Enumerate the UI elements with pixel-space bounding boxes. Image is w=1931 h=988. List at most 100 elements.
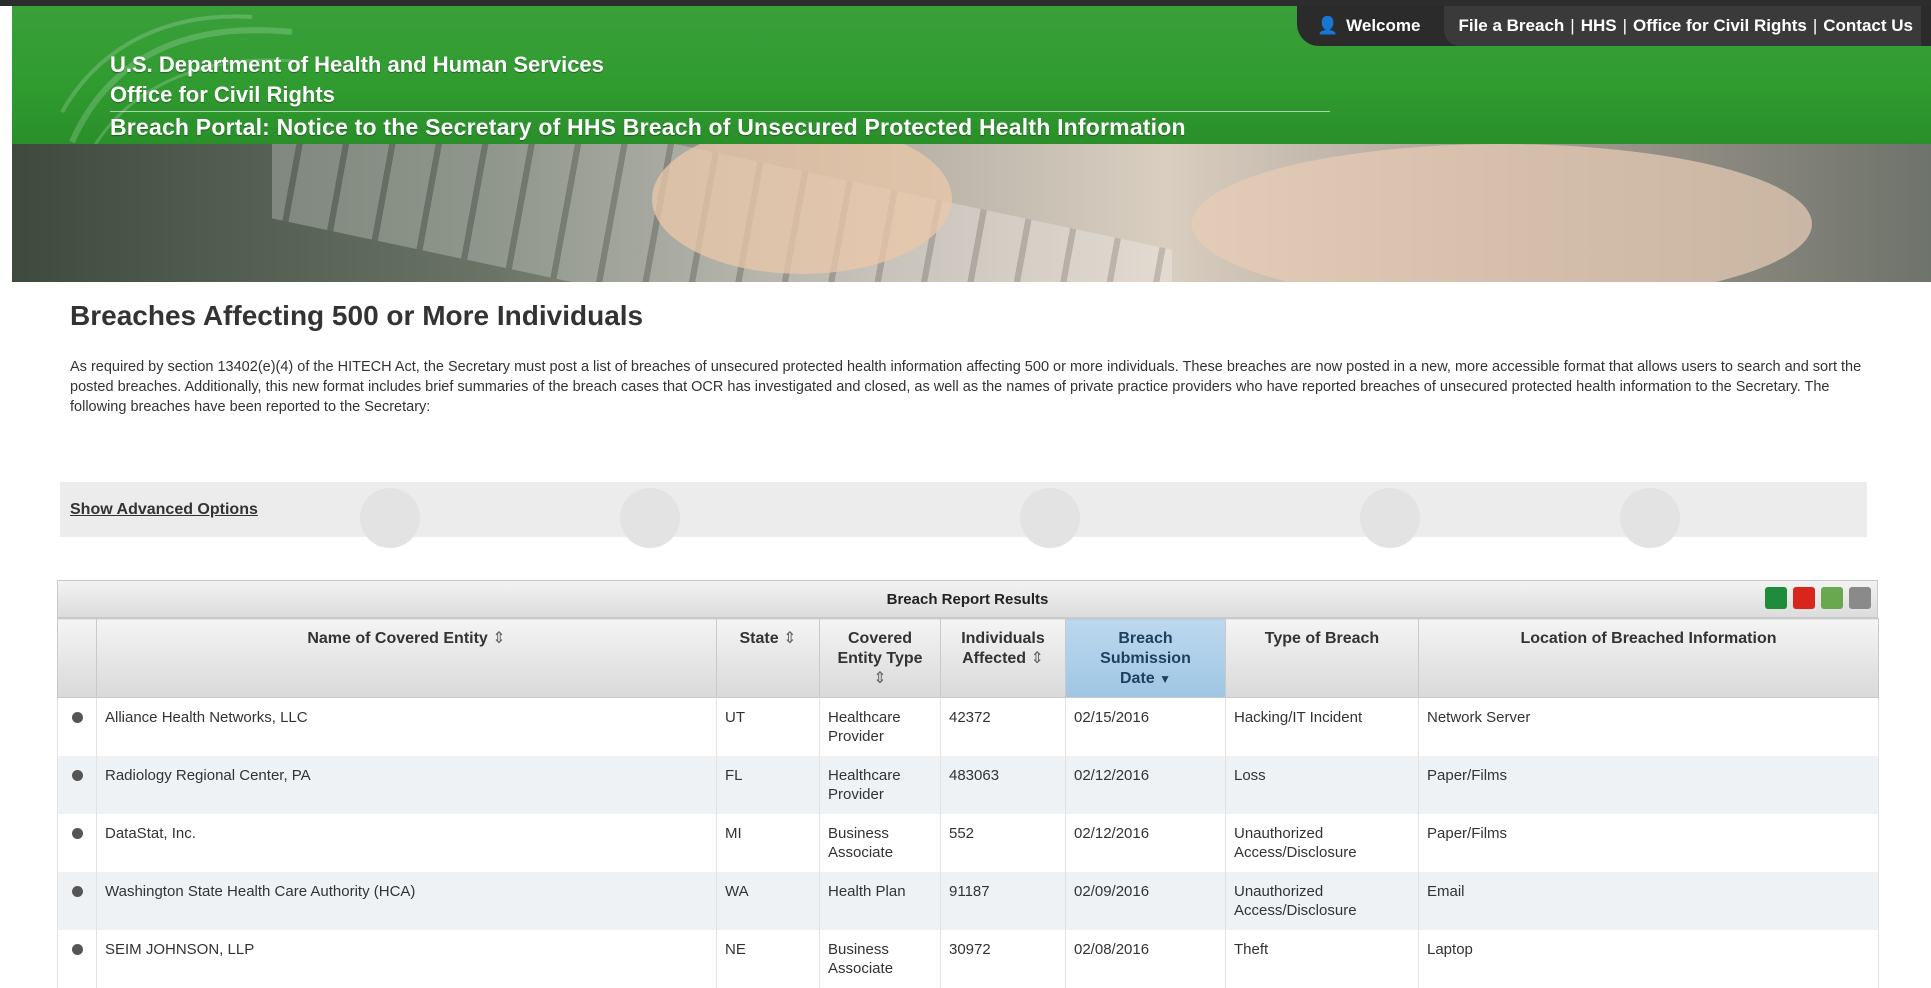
hhs-link[interactable]: HHS — [1581, 16, 1617, 36]
breach-results-table: Name of Covered Entity ⇕ State ⇕ Covered… — [57, 618, 1879, 988]
table-row: SEIM JOHNSON, LLP NE Business Associate … — [57, 930, 1879, 988]
entity-name-cell: SEIM JOHNSON, LLP — [96, 930, 717, 988]
intro-text: As required by section 13402(e)(4) of th… — [70, 359, 1862, 415]
entity-type-cell: Healthcare Provider — [819, 756, 941, 814]
expand-row-cell[interactable] — [57, 872, 97, 930]
user-icon: 👤 — [1316, 16, 1339, 35]
expand-icon[interactable] — [71, 828, 83, 839]
breach-type-cell: Theft — [1225, 930, 1419, 988]
expand-icon[interactable] — [71, 944, 83, 955]
hero-banner-image — [12, 144, 1931, 282]
entity-type-cell: Health Plan — [819, 872, 941, 930]
location-cell: Email — [1418, 872, 1879, 930]
breach-type-cell: Unauthorized Access/Disclosure — [1225, 814, 1419, 872]
expand-icon[interactable] — [71, 770, 83, 781]
sort-icon: ⇕ — [492, 630, 506, 647]
individuals-affected-column-header[interactable]: Individuals Affected ⇕ — [940, 618, 1066, 698]
decorative-circle — [1020, 488, 1080, 548]
name-column-header[interactable]: Name of Covered Entity ⇕ — [96, 618, 717, 698]
contact-link[interactable]: Contact Us — [1823, 16, 1913, 36]
individuals-affected-cell: 91187 — [940, 872, 1066, 930]
state-cell: NE — [716, 930, 820, 988]
export-buttons — [1765, 587, 1871, 609]
utility-links: File a Breach | HHS | Office for Civil R… — [1444, 6, 1921, 46]
table-header-row: Name of Covered Entity ⇕ State ⇕ Covered… — [57, 618, 1879, 698]
submission-date-cell: 02/08/2016 — [1065, 930, 1226, 988]
breach-type-cell: Hacking/IT Incident — [1225, 697, 1419, 756]
individuals-affected-cell: 30972 — [940, 930, 1066, 988]
csv-export-icon[interactable] — [1821, 587, 1843, 609]
entity-type-cell: Healthcare Provider — [819, 697, 941, 756]
state-cell: FL — [716, 756, 820, 814]
submission-date-cell: 02/09/2016 — [1065, 872, 1226, 930]
portal-title: Breach Portal: Notice to the Secretary o… — [110, 114, 1186, 140]
entity-name-cell: Washington State Health Care Authority (… — [96, 872, 717, 930]
entity-type-cell: Business Associate — [819, 930, 941, 988]
state-cell: MI — [716, 814, 820, 872]
individuals-affected-cell: 42372 — [940, 697, 1066, 756]
department-title: U.S. Department of Health and Human Serv… — [110, 52, 604, 77]
excel-export-icon[interactable] — [1765, 587, 1787, 609]
decorative-circle — [1620, 488, 1680, 548]
sort-icon: ⇕ — [1030, 650, 1044, 667]
ocr-link[interactable]: Office for Civil Rights — [1633, 16, 1807, 36]
hand-graphic — [1192, 144, 1812, 282]
entity-name-cell: Alliance Health Networks, LLC — [96, 697, 717, 756]
office-title: Office for Civil Rights — [110, 82, 335, 107]
pdf-export-icon[interactable] — [1793, 587, 1815, 609]
decorative-circle — [620, 488, 680, 548]
utility-nav: 👤 Welcome File a Breach | HHS | Office f… — [1296, 6, 1931, 46]
submission-date-cell: 02/15/2016 — [1065, 697, 1226, 756]
title-divider — [110, 111, 1330, 112]
decorative-circle — [360, 488, 420, 548]
print-icon[interactable] — [1849, 587, 1871, 609]
show-advanced-options-link[interactable]: Show Advanced Options — [70, 501, 258, 519]
location-cell: Paper/Films — [1418, 756, 1879, 814]
welcome-label: Welcome — [1346, 16, 1421, 35]
entity-type-cell: Business Associate — [819, 814, 941, 872]
table-row: Washington State Health Care Authority (… — [57, 872, 1879, 930]
table-row: DataStat, Inc. MI Business Associate 552… — [57, 814, 1879, 872]
expand-row-cell[interactable] — [57, 930, 97, 988]
results-title-bar: Breach Report Results — [57, 580, 1878, 618]
state-column-header[interactable]: State ⇕ — [716, 618, 820, 698]
location-cell: Network Server — [1418, 697, 1879, 756]
individuals-affected-cell: 483063 — [940, 756, 1066, 814]
location-column-header[interactable]: Location of Breached Information — [1418, 618, 1879, 698]
separator: | — [1570, 16, 1575, 35]
results-table-container: Breach Report Results Name of Covered En… — [57, 580, 1879, 988]
location-cell: Laptop — [1418, 930, 1879, 988]
separator: | — [1812, 16, 1818, 35]
breach-type-cell: Unauthorized Access/Disclosure — [1225, 872, 1419, 930]
entity-name-cell: Radiology Regional Center, PA — [96, 756, 717, 814]
state-cell: UT — [716, 697, 820, 756]
table-row: Alliance Health Networks, LLC UT Healthc… — [57, 697, 1879, 756]
advanced-options-bar: Show Advanced Options — [60, 482, 1867, 548]
expand-column-header — [57, 618, 97, 698]
location-cell: Paper/Films — [1418, 814, 1879, 872]
table-row: Radiology Regional Center, PA FL Healthc… — [57, 756, 1879, 814]
separator: | — [1622, 16, 1628, 35]
page-title: Breaches Affecting 500 or More Individua… — [70, 300, 644, 331]
breach-type-column-header[interactable]: Type of Breach — [1225, 618, 1419, 698]
individuals-affected-cell: 552 — [940, 814, 1066, 872]
sort-icon: ⇕ — [783, 630, 797, 647]
decorative-circle — [1360, 488, 1420, 548]
expand-icon[interactable] — [71, 886, 83, 897]
expand-row-cell[interactable] — [57, 814, 97, 872]
state-cell: WA — [716, 872, 820, 930]
expand-row-cell[interactable] — [57, 697, 97, 756]
file-breach-link[interactable]: File a Breach — [1458, 16, 1564, 36]
submission-date-column-header[interactable]: Breach Submission Date ▼ — [1065, 618, 1226, 698]
entity-type-column-header[interactable]: Covered Entity Type ⇕ — [819, 618, 941, 698]
expand-row-cell[interactable] — [57, 756, 97, 814]
sort-descending-icon: ▼ — [1159, 672, 1172, 686]
breach-type-cell: Loss — [1225, 756, 1419, 814]
submission-date-cell: 02/12/2016 — [1065, 814, 1226, 872]
expand-icon[interactable] — [71, 712, 83, 723]
submission-date-cell: 02/12/2016 — [1065, 756, 1226, 814]
sort-icon: ⇕ — [873, 670, 887, 687]
welcome-area: 👤 Welcome — [1317, 16, 1445, 36]
results-title: Breach Report Results — [886, 590, 1049, 608]
entity-name-cell: DataStat, Inc. — [96, 814, 717, 872]
